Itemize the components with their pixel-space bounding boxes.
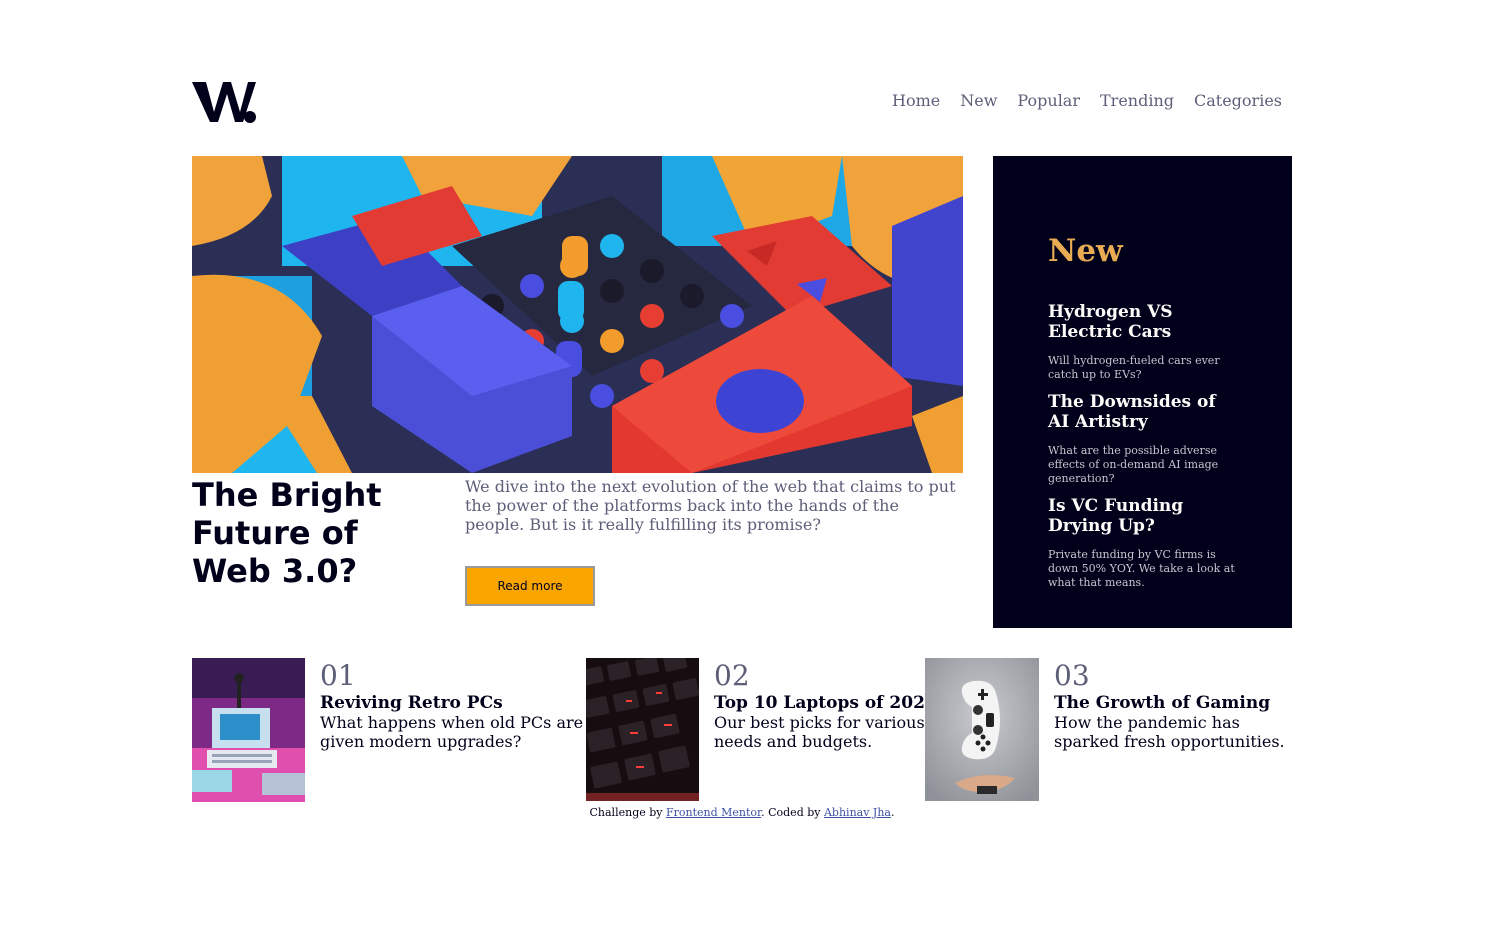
nav-categories[interactable]: Categories — [1194, 91, 1282, 110]
frontend-mentor-link[interactable]: Frontend Mentor — [666, 806, 761, 819]
retro-pc-image — [192, 658, 305, 802]
hero-title: The Bright Future of Web 3.0? — [192, 476, 382, 590]
article-thumbnail — [586, 658, 699, 801]
attribution-prefix: Challenge by — [589, 806, 666, 819]
keyboard-image — [586, 658, 699, 801]
hero-description: We dive into the next evolution of the w… — [465, 477, 956, 534]
news-item-text: What are the possible adverse effects of… — [1048, 444, 1219, 485]
attribution-middle: . Coded by — [761, 806, 824, 819]
logo[interactable] — [192, 78, 258, 124]
game-controller-image — [925, 658, 1039, 801]
hero-image — [192, 156, 963, 473]
news-item[interactable]: The Downsides of AI Artistry What are th… — [1048, 392, 1237, 486]
attribution: Challenge by Frontend Mentor. Coded by A… — [192, 806, 1292, 819]
news-item-title[interactable]: Is VC Funding Drying Up? — [1048, 496, 1237, 536]
news-item-title[interactable]: The Downsides of AI Artistry — [1048, 392, 1237, 432]
news-item-title[interactable]: Hydrogen VS Electric Cars — [1048, 302, 1237, 342]
nav-new[interactable]: New — [960, 91, 997, 110]
news-item-text: Will hydrogen-fueled cars ever catch up … — [1048, 354, 1220, 381]
main-nav: Home New Popular Trending Categories — [892, 91, 1282, 110]
article-title[interactable]: Top 10 Laptops of 2022 — [714, 694, 937, 713]
article-text: Our best picks for various needs and bud… — [714, 713, 925, 751]
article-number: 02 — [714, 659, 750, 692]
author-link[interactable]: Abhinav Jha — [824, 806, 891, 819]
article-title[interactable]: The Growth of Gaming — [1054, 694, 1270, 713]
nav-trending[interactable]: Trending — [1100, 91, 1174, 110]
nav-home[interactable]: Home — [892, 91, 940, 110]
news-item[interactable]: Is VC Funding Drying Up? Private funding… — [1048, 496, 1237, 590]
article-number: 01 — [320, 659, 356, 692]
news-item[interactable]: Hydrogen VS Electric Cars Will hydrogen-… — [1048, 302, 1237, 382]
news-item-text: Private funding by VC firms is down 50% … — [1048, 548, 1235, 589]
article-number: 03 — [1054, 659, 1090, 692]
nav-popular[interactable]: Popular — [1017, 91, 1080, 110]
abstract-blocks-image — [192, 156, 963, 473]
article-thumbnail — [192, 658, 305, 802]
read-more-button[interactable]: Read more — [465, 566, 595, 606]
article-title[interactable]: Reviving Retro PCs — [320, 694, 503, 713]
attribution-suffix: . — [890, 806, 895, 819]
article-thumbnail — [925, 658, 1039, 801]
article-text: What happens when old PCs are given mode… — [320, 713, 584, 751]
new-sidebar: New Hydrogen VS Electric Cars Will hydro… — [993, 156, 1292, 628]
article-text: How the pandemic has sparked fresh oppor… — [1054, 713, 1285, 751]
sidebar-heading: New — [1048, 233, 1123, 269]
